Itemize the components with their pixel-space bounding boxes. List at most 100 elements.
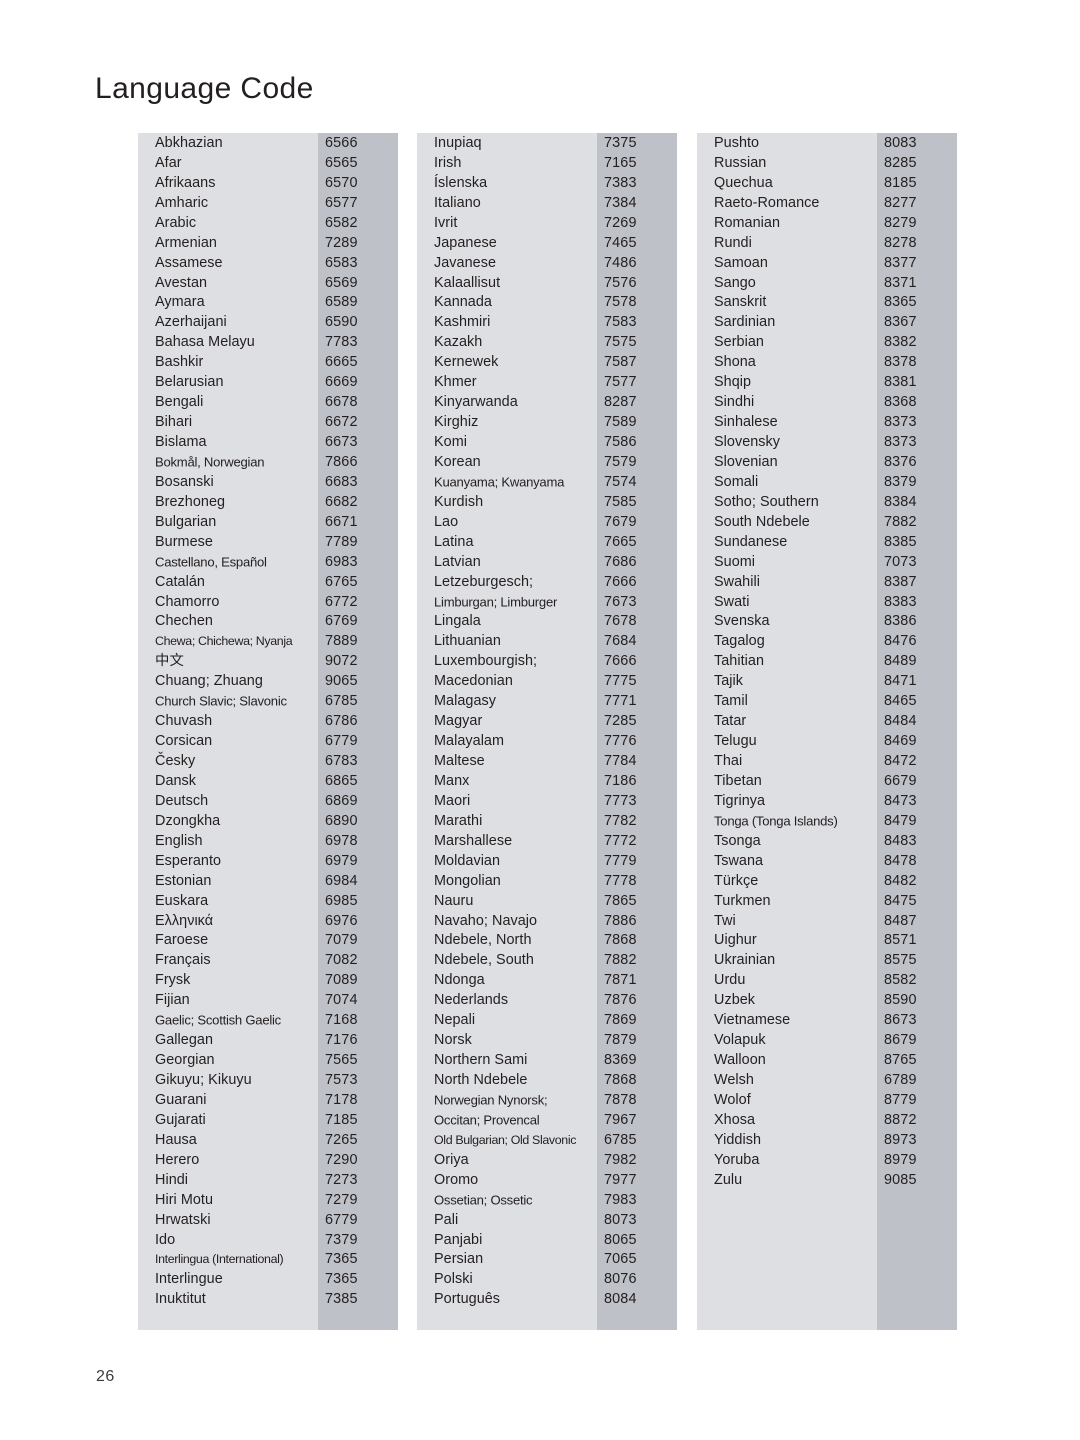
language-code-value: 7375 [604, 134, 637, 151]
language-name: Swahili [714, 573, 760, 590]
language-code-value: 8478 [884, 852, 917, 869]
language-code-value: 8483 [884, 832, 917, 849]
language-row: Gikuyu; Kikuyu 7573 [138, 1070, 398, 1090]
language-code-value: 6683 [325, 473, 358, 490]
language-code-value: 8472 [884, 752, 917, 769]
language-row: Letzeburgesch; 7666 [417, 572, 677, 592]
language-name: Kernewek [434, 354, 499, 371]
language-row: Tswana 8478 [697, 851, 957, 871]
language-name: Chechen [155, 613, 213, 630]
language-code-value: 8590 [884, 992, 917, 1009]
language-row: Guarani 7178 [138, 1090, 398, 1110]
language-name: Somali [714, 473, 759, 490]
language-row: Tatar 8484 [697, 711, 957, 731]
language-code-value: 8378 [884, 354, 917, 371]
language-row: Corsican 6779 [138, 731, 398, 751]
language-name: Inupiaq [434, 134, 482, 151]
language-name: Luxembourgish; [434, 653, 538, 670]
language-code-value: 6570 [325, 174, 358, 191]
language-name: Brezhoneg [155, 493, 226, 510]
language-name: Tagalog [714, 633, 765, 650]
language-code-value: 7186 [604, 772, 637, 789]
language-name: Hausa [155, 1131, 197, 1148]
language-code-value: 7982 [604, 1151, 637, 1168]
language-table-column-1: Abkhazian 6566 Afar 6565 Afrikaans 6570 Amhari… [138, 133, 398, 1330]
language-row: Kinyarwanda 8287 [417, 392, 677, 412]
language-code-value: 8285 [884, 154, 917, 171]
language-name: Maltese [434, 752, 485, 769]
language-name: Dansk [155, 772, 197, 789]
language-name: Polski [434, 1271, 473, 1288]
language-name: Latina [434, 533, 474, 550]
language-code-value: 6569 [325, 274, 358, 291]
language-row: Swahili 8387 [697, 572, 957, 592]
language-name: Magyar [434, 712, 483, 729]
language-name: Old Bulgarian; Old Slavonic [434, 1132, 577, 1147]
language-name: Hiri Motu [155, 1191, 214, 1208]
language-row: Pushto 8083 [697, 133, 957, 153]
language-row: Chuang; Zhuang 9065 [138, 671, 398, 691]
language-code-value: 8679 [884, 1031, 917, 1048]
language-name: Shona [714, 354, 756, 371]
language-code-value: 7285 [604, 712, 637, 729]
language-code-value: 7065 [604, 1251, 637, 1268]
language-name: Yoruba [714, 1151, 760, 1168]
language-row: Ukrainian 8575 [697, 950, 957, 970]
language-code-value: 8376 [884, 453, 917, 470]
language-row: Sanskrit 8365 [697, 293, 957, 313]
language-code-value: 6785 [604, 1131, 637, 1148]
language-code-value: 8383 [884, 593, 917, 610]
language-name: Sango [714, 274, 756, 291]
language-row: Polski 8076 [417, 1269, 677, 1289]
language-name: Interlingue [155, 1271, 223, 1288]
language-row: Japanese 7465 [417, 233, 677, 253]
language-name: Bulgarian [155, 513, 217, 530]
language-code-value: 8369 [604, 1051, 637, 1068]
language-name: Romanian [714, 214, 780, 231]
language-row: Česky 6783 [138, 751, 398, 771]
language-row: Turkmen 8475 [697, 891, 957, 911]
language-code-value: 7379 [325, 1231, 358, 1248]
language-row: Slovensky 8373 [697, 432, 957, 452]
language-table-column-3: Pushto 8083 Russian 8285 Quechua 8185 Raeto-Ro… [697, 133, 957, 1330]
language-row: Afrikaans 6570 [138, 173, 398, 193]
language-code-value: 8084 [604, 1291, 637, 1308]
language-name: Ido [155, 1231, 176, 1248]
language-name: Inuktitut [155, 1291, 206, 1308]
language-name: Mongolian [434, 872, 501, 889]
language-code-value: 8385 [884, 533, 917, 550]
language-row: Quechua 8185 [697, 173, 957, 193]
language-name: Raeto-Romance [714, 194, 820, 211]
language-name: Česky [155, 752, 196, 769]
language-row: Afar 6565 [138, 153, 398, 173]
language-name: Kirghiz [434, 413, 479, 430]
language-row: Hiri Motu 7279 [138, 1190, 398, 1210]
language-code-value: 6783 [325, 752, 358, 769]
language-row: Walloon 8765 [697, 1050, 957, 1070]
language-code-value: 7079 [325, 932, 358, 949]
language-code-value: 6669 [325, 374, 358, 391]
language-code-value: 6984 [325, 872, 358, 889]
language-name: Sardinian [714, 314, 776, 331]
language-row: Kernewek 7587 [417, 352, 677, 372]
language-name: Macedonian [434, 673, 513, 690]
language-code-page: Language Code Abkhazian 6566 Afar 6565 Afrik… [0, 0, 1080, 1440]
language-row: Sotho; Southern 8384 [697, 492, 957, 512]
language-code-value: 8287 [604, 393, 637, 410]
language-code-value: 7869 [604, 1012, 637, 1029]
language-name: Gaelic; Scottish Gaelic [155, 1012, 281, 1028]
language-code-value: 7684 [604, 633, 637, 650]
language-name: Welsh [714, 1071, 754, 1088]
language-name: Kazakh [434, 334, 483, 351]
language-row: Dzongkha 6890 [138, 811, 398, 831]
language-row: Moldavian 7779 [417, 851, 677, 871]
language-code-value: 8473 [884, 792, 917, 809]
language-row: Somali 8379 [697, 472, 957, 492]
language-code-value: 8379 [884, 473, 917, 490]
language-rows-1: Abkhazian 6566 Afar 6565 Afrikaans 6570 Amhari… [138, 133, 398, 1309]
language-code-value: 7573 [325, 1071, 358, 1088]
language-code-value: 7383 [604, 174, 637, 191]
language-row: Italiano 7384 [417, 193, 677, 213]
language-row: Marshallese 7772 [417, 831, 677, 851]
language-name: Ελληνικά [155, 912, 214, 929]
